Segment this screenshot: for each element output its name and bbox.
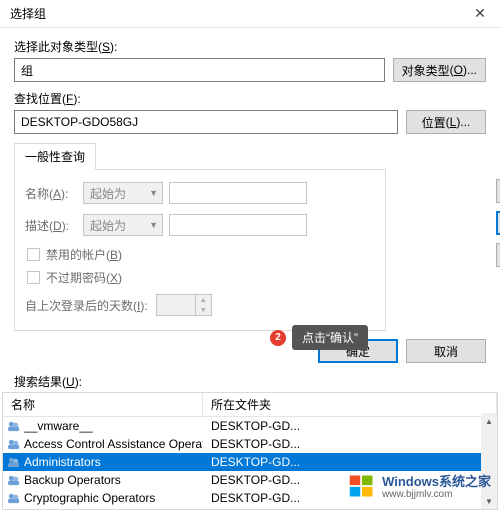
results-table[interactable]: 名称 所在文件夹 __vmware__DESKTOP-GD...Access C… [2,392,498,510]
row-folder: DESKTOP-GD... [203,419,497,433]
table-row[interactable]: __vmware__ DESKTOP-GD... [3,417,497,435]
table-row[interactable]: Access Control Assistance Operato...DESK… [3,435,497,453]
desc-match-combo[interactable]: 起始为▼ [83,214,163,236]
column-folder[interactable]: 所在文件夹 [203,393,497,416]
object-type-label: 选择此对象类型(S): [14,38,486,55]
disabled-accounts-label: 禁用的帐户(B) [46,246,122,263]
chevron-down-icon: ▼ [149,220,158,230]
object-types-button[interactable]: 对象类型(O)... [393,58,486,82]
cancel-button[interactable]: 取消 [406,339,486,363]
chevron-down-icon: ▼ [149,188,158,198]
desc-label: 描述(D): [25,217,77,234]
close-icon: ✕ [474,5,486,22]
row-name: Administrators [24,455,101,469]
row-name: Cryptographic Operators [24,491,155,505]
results-header: 名称 所在文件夹 [3,393,497,417]
row-folder: DESKTOP-GD... [203,437,497,451]
row-folder: DESKTOP-GD... [203,473,497,487]
tab-common-queries[interactable]: 一般性查询 [14,143,96,170]
locations-button[interactable]: 位置(L)... [406,110,486,134]
days-label: 自上次登录后的天数(I): [25,297,148,314]
query-pane: 名称(A): 起始为▼ 描述(D): 起始为▼ 禁用的帐户(B) 不 [14,169,386,331]
row-name: __vmware__ [24,419,93,433]
noexpire-password-checkbox[interactable] [27,271,40,284]
annotation-badge: 2 [270,330,286,346]
name-input[interactable] [169,182,307,204]
group-icon [7,492,21,504]
group-icon [7,420,21,432]
annotation-text: 点击“确认” [292,325,368,350]
titlebar: 选择组 ✕ [0,0,500,28]
group-icon [7,438,21,450]
column-name[interactable]: 名称 [3,393,203,416]
location-field[interactable]: DESKTOP-GDO58GJ [14,110,398,134]
window-title: 选择组 [10,5,46,22]
table-row[interactable]: Cryptographic Operators DESKTOP-GD... [3,489,497,507]
desc-input[interactable] [169,214,307,236]
table-row[interactable]: Backup Operators DESKTOP-GD... [3,471,497,489]
table-row[interactable]: Administrators DESKTOP-GD... [3,453,497,471]
location-label: 查找位置(F): [14,90,486,107]
days-input[interactable]: ▲▼ [156,294,212,316]
name-match-combo[interactable]: 起始为▼ [83,182,163,204]
group-icon [7,456,21,468]
find-now-button[interactable]: 立即查找(N) [496,211,500,235]
disabled-accounts-checkbox[interactable] [27,248,40,261]
columns-button[interactable]: 列(C)... [496,179,500,203]
row-name: Backup Operators [24,473,121,487]
noexpire-password-label: 不过期密码(X) [46,269,122,286]
results-scrollbar[interactable]: ▲ ▼ [481,413,497,509]
row-name: Access Control Assistance Operato... [24,437,203,451]
object-type-field[interactable]: 组 [14,58,385,82]
row-folder: DESKTOP-GD... [203,455,497,469]
stop-button[interactable]: 停止(T) [496,243,500,267]
row-folder: DESKTOP-GD... [203,491,497,505]
name-label: 名称(A): [25,185,77,202]
scroll-up-icon[interactable]: ▲ [481,413,497,429]
close-button[interactable]: ✕ [460,0,500,28]
scroll-down-icon[interactable]: ▼ [481,493,497,509]
days-spinner[interactable]: ▲▼ [195,295,211,315]
search-results-label: 搜索结果(U): [0,373,500,392]
annotation-callout: 2 点击“确认” [270,325,368,350]
group-icon [7,474,21,486]
